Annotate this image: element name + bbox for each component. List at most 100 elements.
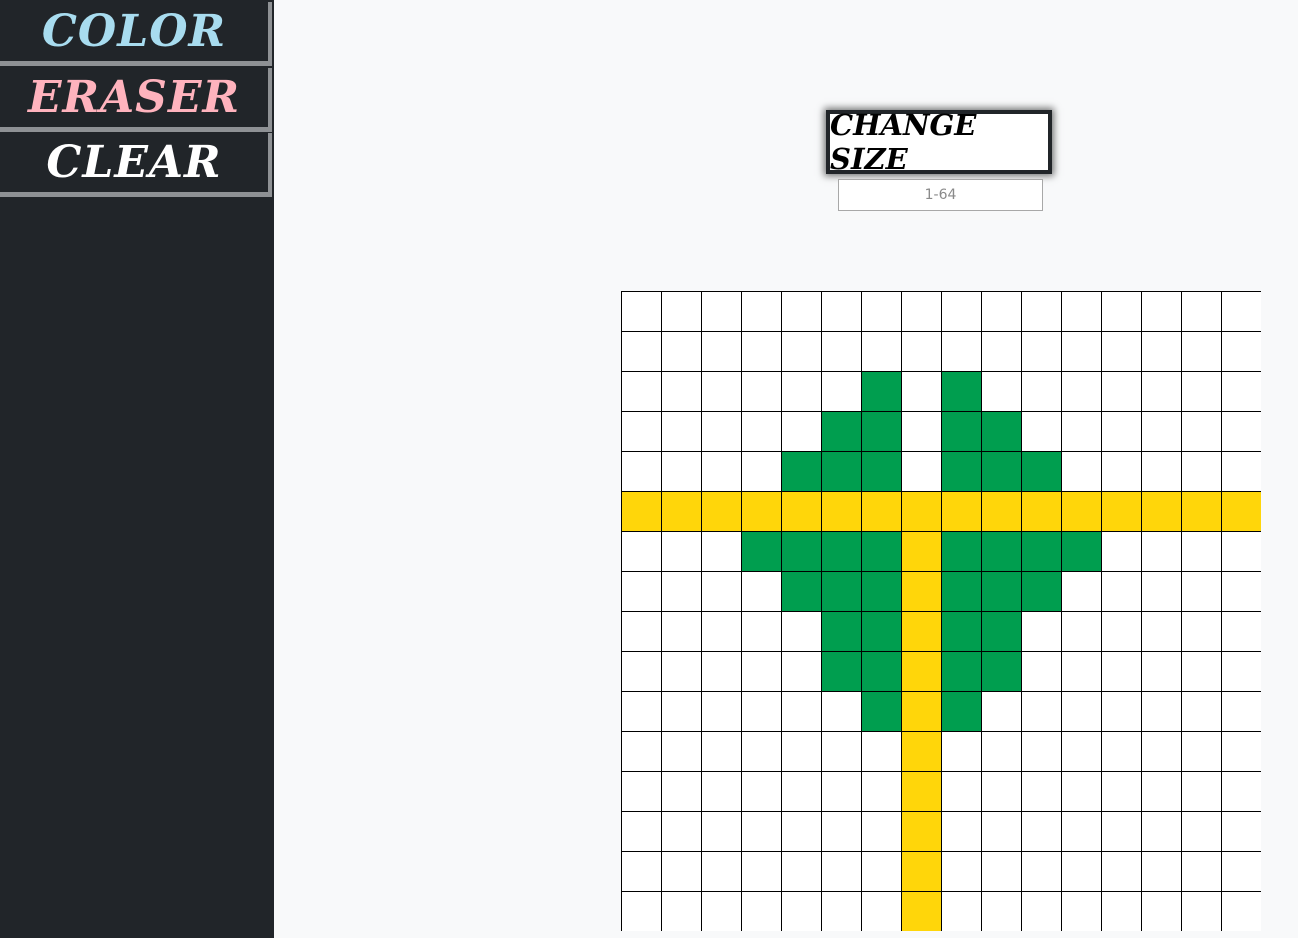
grid-cell[interactable] bbox=[1141, 531, 1181, 571]
grid-cell[interactable] bbox=[781, 571, 821, 611]
grid-cell[interactable] bbox=[861, 771, 901, 811]
change-size-button[interactable]: CHANGE SIZE bbox=[826, 108, 1052, 176]
grid-cell[interactable] bbox=[1021, 691, 1061, 731]
grid-cell[interactable] bbox=[1061, 571, 1101, 611]
grid-cell[interactable] bbox=[1021, 531, 1061, 571]
grid-cell[interactable] bbox=[981, 771, 1021, 811]
grid-cell[interactable] bbox=[1061, 491, 1101, 531]
grid-cell[interactable] bbox=[1221, 611, 1261, 651]
grid-cell[interactable] bbox=[1141, 491, 1181, 531]
grid-cell[interactable] bbox=[1021, 491, 1061, 531]
grid-cell[interactable] bbox=[941, 451, 981, 491]
grid-cell[interactable] bbox=[1141, 731, 1181, 771]
grid-cell[interactable] bbox=[741, 651, 781, 691]
grid-cell[interactable] bbox=[661, 411, 701, 451]
grid-cell[interactable] bbox=[901, 811, 941, 851]
grid-cell[interactable] bbox=[741, 771, 781, 811]
grid-cell[interactable] bbox=[1061, 611, 1101, 651]
grid-cell[interactable] bbox=[1021, 611, 1061, 651]
grid-cell[interactable] bbox=[981, 291, 1021, 331]
grid-cell[interactable] bbox=[1181, 691, 1221, 731]
grid-cell[interactable] bbox=[661, 371, 701, 411]
grid-cell[interactable] bbox=[661, 451, 701, 491]
grid-cell[interactable] bbox=[781, 451, 821, 491]
grid-cell[interactable] bbox=[741, 491, 781, 531]
grid-cell[interactable] bbox=[821, 651, 861, 691]
grid-cell[interactable] bbox=[1141, 811, 1181, 851]
grid-cell[interactable] bbox=[621, 371, 661, 411]
grid-cell[interactable] bbox=[701, 891, 741, 931]
grid-cell[interactable] bbox=[861, 611, 901, 651]
grid-cell[interactable] bbox=[821, 571, 861, 611]
grid-cell[interactable] bbox=[1181, 331, 1221, 371]
grid-cell[interactable] bbox=[701, 811, 741, 851]
grid-cell[interactable] bbox=[981, 611, 1021, 651]
grid-cell[interactable] bbox=[701, 411, 741, 451]
grid-cell[interactable] bbox=[661, 771, 701, 811]
grid-cell[interactable] bbox=[661, 691, 701, 731]
grid-cell[interactable] bbox=[821, 771, 861, 811]
grid-cell[interactable] bbox=[1061, 451, 1101, 491]
grid-cell[interactable] bbox=[1101, 291, 1141, 331]
grid-cell[interactable] bbox=[1021, 411, 1061, 451]
grid-cell[interactable] bbox=[1101, 371, 1141, 411]
grid-cell[interactable] bbox=[741, 851, 781, 891]
grid-cell[interactable] bbox=[781, 851, 821, 891]
grid-cell[interactable] bbox=[821, 371, 861, 411]
grid-cell[interactable] bbox=[741, 691, 781, 731]
grid-cell[interactable] bbox=[741, 411, 781, 451]
grid-cell[interactable] bbox=[1101, 451, 1141, 491]
grid-cell[interactable] bbox=[1221, 291, 1261, 331]
grid-cell[interactable] bbox=[1181, 491, 1221, 531]
grid-cell[interactable] bbox=[901, 411, 941, 451]
grid-cell[interactable] bbox=[941, 611, 981, 651]
grid-cell[interactable] bbox=[1101, 571, 1141, 611]
grid-cell[interactable] bbox=[621, 331, 661, 371]
grid-cell[interactable] bbox=[1221, 411, 1261, 451]
grid-cell[interactable] bbox=[981, 731, 1021, 771]
grid-cell[interactable] bbox=[661, 331, 701, 371]
grid-cell[interactable] bbox=[741, 331, 781, 371]
grid-cell[interactable] bbox=[661, 291, 701, 331]
grid-cell[interactable] bbox=[1061, 851, 1101, 891]
grid-cell[interactable] bbox=[701, 651, 741, 691]
grid-cell[interactable] bbox=[1141, 291, 1181, 331]
grid-cell[interactable] bbox=[621, 451, 661, 491]
grid-cell[interactable] bbox=[741, 891, 781, 931]
grid-cell[interactable] bbox=[861, 851, 901, 891]
grid-cell[interactable] bbox=[1021, 371, 1061, 411]
grid-cell[interactable] bbox=[621, 491, 661, 531]
grid-cell[interactable] bbox=[821, 851, 861, 891]
grid-cell[interactable] bbox=[1181, 851, 1221, 891]
grid-cell[interactable] bbox=[661, 851, 701, 891]
grid-cell[interactable] bbox=[941, 411, 981, 451]
grid-cell[interactable] bbox=[621, 571, 661, 611]
grid-cell[interactable] bbox=[1021, 731, 1061, 771]
grid-cell[interactable] bbox=[661, 811, 701, 851]
grid-cell[interactable] bbox=[981, 891, 1021, 931]
grid-cell[interactable] bbox=[781, 611, 821, 651]
grid-cell[interactable] bbox=[941, 531, 981, 571]
grid-cell[interactable] bbox=[901, 611, 941, 651]
grid-cell[interactable] bbox=[901, 371, 941, 411]
grid-cell[interactable] bbox=[1221, 731, 1261, 771]
grid-cell[interactable] bbox=[1221, 891, 1261, 931]
grid-cell[interactable] bbox=[621, 291, 661, 331]
grid-cell[interactable] bbox=[1221, 771, 1261, 811]
grid-cell[interactable] bbox=[1101, 811, 1141, 851]
grid-cell[interactable] bbox=[621, 811, 661, 851]
grid-cell[interactable] bbox=[701, 451, 741, 491]
grid-cell[interactable] bbox=[941, 651, 981, 691]
grid-cell[interactable] bbox=[1101, 531, 1141, 571]
grid-cell[interactable] bbox=[781, 771, 821, 811]
grid-cell[interactable] bbox=[901, 291, 941, 331]
grid-cell[interactable] bbox=[781, 411, 821, 451]
grid-cell[interactable] bbox=[821, 291, 861, 331]
grid-cell[interactable] bbox=[941, 571, 981, 611]
grid-cell[interactable] bbox=[1181, 771, 1221, 811]
grid-cell[interactable] bbox=[941, 851, 981, 891]
grid-cell[interactable] bbox=[861, 731, 901, 771]
grid-cell[interactable] bbox=[1141, 771, 1181, 811]
grid-cell[interactable] bbox=[1101, 411, 1141, 451]
grid-cell[interactable] bbox=[1061, 331, 1101, 371]
